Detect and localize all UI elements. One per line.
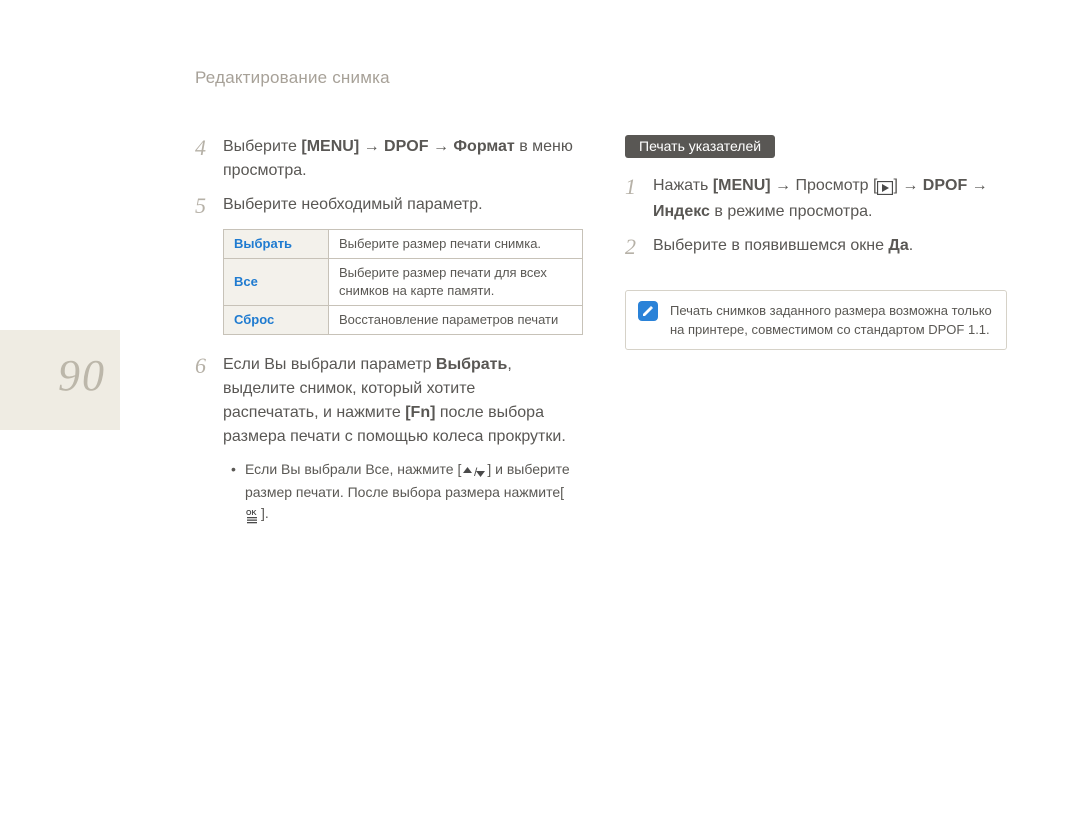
text: . xyxy=(909,237,913,254)
option-key: Выбрать xyxy=(224,230,329,259)
text: в режиме просмотра. xyxy=(710,203,873,220)
right-column: Печать указателей 1 Нажать [MENU] → Прос… xyxy=(625,135,1005,526)
text: → Просмотр [ xyxy=(771,177,878,194)
text: ] → xyxy=(893,177,922,194)
step-body: Выберите [MENU] → DPOF → Формат в меню п… xyxy=(223,135,575,183)
text: Выберите в появившемся окне xyxy=(653,237,888,254)
step-number: 2 xyxy=(625,234,653,260)
text: → xyxy=(967,177,987,194)
text-bold: Да xyxy=(888,237,908,254)
section-pill: Печать указателей xyxy=(625,135,775,158)
text: Если Вы выбрали параметр xyxy=(223,356,436,373)
text-bold: DPOF xyxy=(923,177,967,194)
option-key: Сброс xyxy=(224,306,329,335)
step-body: Нажать [MENU] → Просмотр [ ] → DPOF → Инд… xyxy=(653,174,1005,224)
step-number: 1 xyxy=(625,174,653,224)
play-box-icon xyxy=(877,176,893,200)
text-bold: Выбрать xyxy=(436,356,507,373)
text: → xyxy=(429,138,454,155)
text: Выберите необходимый параметр. xyxy=(223,196,483,213)
text-bold: Формат xyxy=(453,138,514,155)
step-body: Выберите необходимый параметр. xyxy=(223,193,575,219)
side-page-tab: 90 xyxy=(0,330,120,430)
text-bold: DPOF xyxy=(384,138,428,155)
option-val: Выберите размер печати снимка. xyxy=(329,230,583,259)
text-bold: [MENU] xyxy=(713,177,771,194)
option-val: Восстановление параметров печати xyxy=(329,306,583,335)
page-title: Редактирование снимка xyxy=(195,68,390,88)
text-bold: [MENU] xyxy=(301,138,359,155)
note-box: Печать снимков заданного размера возможн… xyxy=(625,290,1007,350)
step-number: 5 xyxy=(195,193,223,219)
step-body: Выберите в появившемся окне Да. xyxy=(653,234,1005,260)
options-table: Выбрать Выберите размер печати снимка. В… xyxy=(223,229,583,335)
table-row: Выбрать Выберите размер печати снимка. xyxy=(224,230,583,259)
option-val: Выберите размер печати для всех снимков … xyxy=(329,259,583,306)
step-1-right: 1 Нажать [MENU] → Просмотр [ ] → DPOF → И… xyxy=(625,174,1005,224)
up-down-icon: / xyxy=(461,461,487,482)
text: → xyxy=(359,138,384,155)
text: ]. xyxy=(261,505,269,521)
step-body: Если Вы выбрали параметр Выбрать, выдели… xyxy=(223,353,575,449)
step-5: 5 Выберите необходимый параметр. xyxy=(195,193,575,219)
step-number: 4 xyxy=(195,135,223,183)
option-key: Все xyxy=(224,259,329,306)
ok-menu-icon: OK xyxy=(245,505,261,526)
step-number: 6 xyxy=(195,353,223,449)
step-2-right: 2 Выберите в появившемся окне Да. xyxy=(625,234,1005,260)
text: Если Вы выбрали Все, нажмите [ xyxy=(245,461,461,477)
table-row: Все Выберите размер печати для всех сним… xyxy=(224,259,583,306)
text-bold: [Fn] xyxy=(405,404,435,421)
note-text: Печать снимков заданного размера возможн… xyxy=(670,303,992,337)
note-pencil-icon xyxy=(638,301,658,321)
text: Выберите xyxy=(223,138,301,155)
text-bold: Индекс xyxy=(653,203,710,220)
left-column: 4 Выберите [MENU] → DPOF → Формат в меню… xyxy=(195,135,575,526)
step-6-bullet: Если Вы выбрали Все, нажмите [/] и выбер… xyxy=(227,459,575,526)
svg-text:OK: OK xyxy=(246,510,257,517)
table-row: Сброс Восстановление параметров печати xyxy=(224,306,583,335)
step-6: 6 Если Вы выбрали параметр Выбрать, выде… xyxy=(195,353,575,449)
page-number: 90 xyxy=(58,350,106,401)
step-4: 4 Выберите [MENU] → DPOF → Формат в меню… xyxy=(195,135,575,183)
text: Нажать xyxy=(653,177,713,194)
